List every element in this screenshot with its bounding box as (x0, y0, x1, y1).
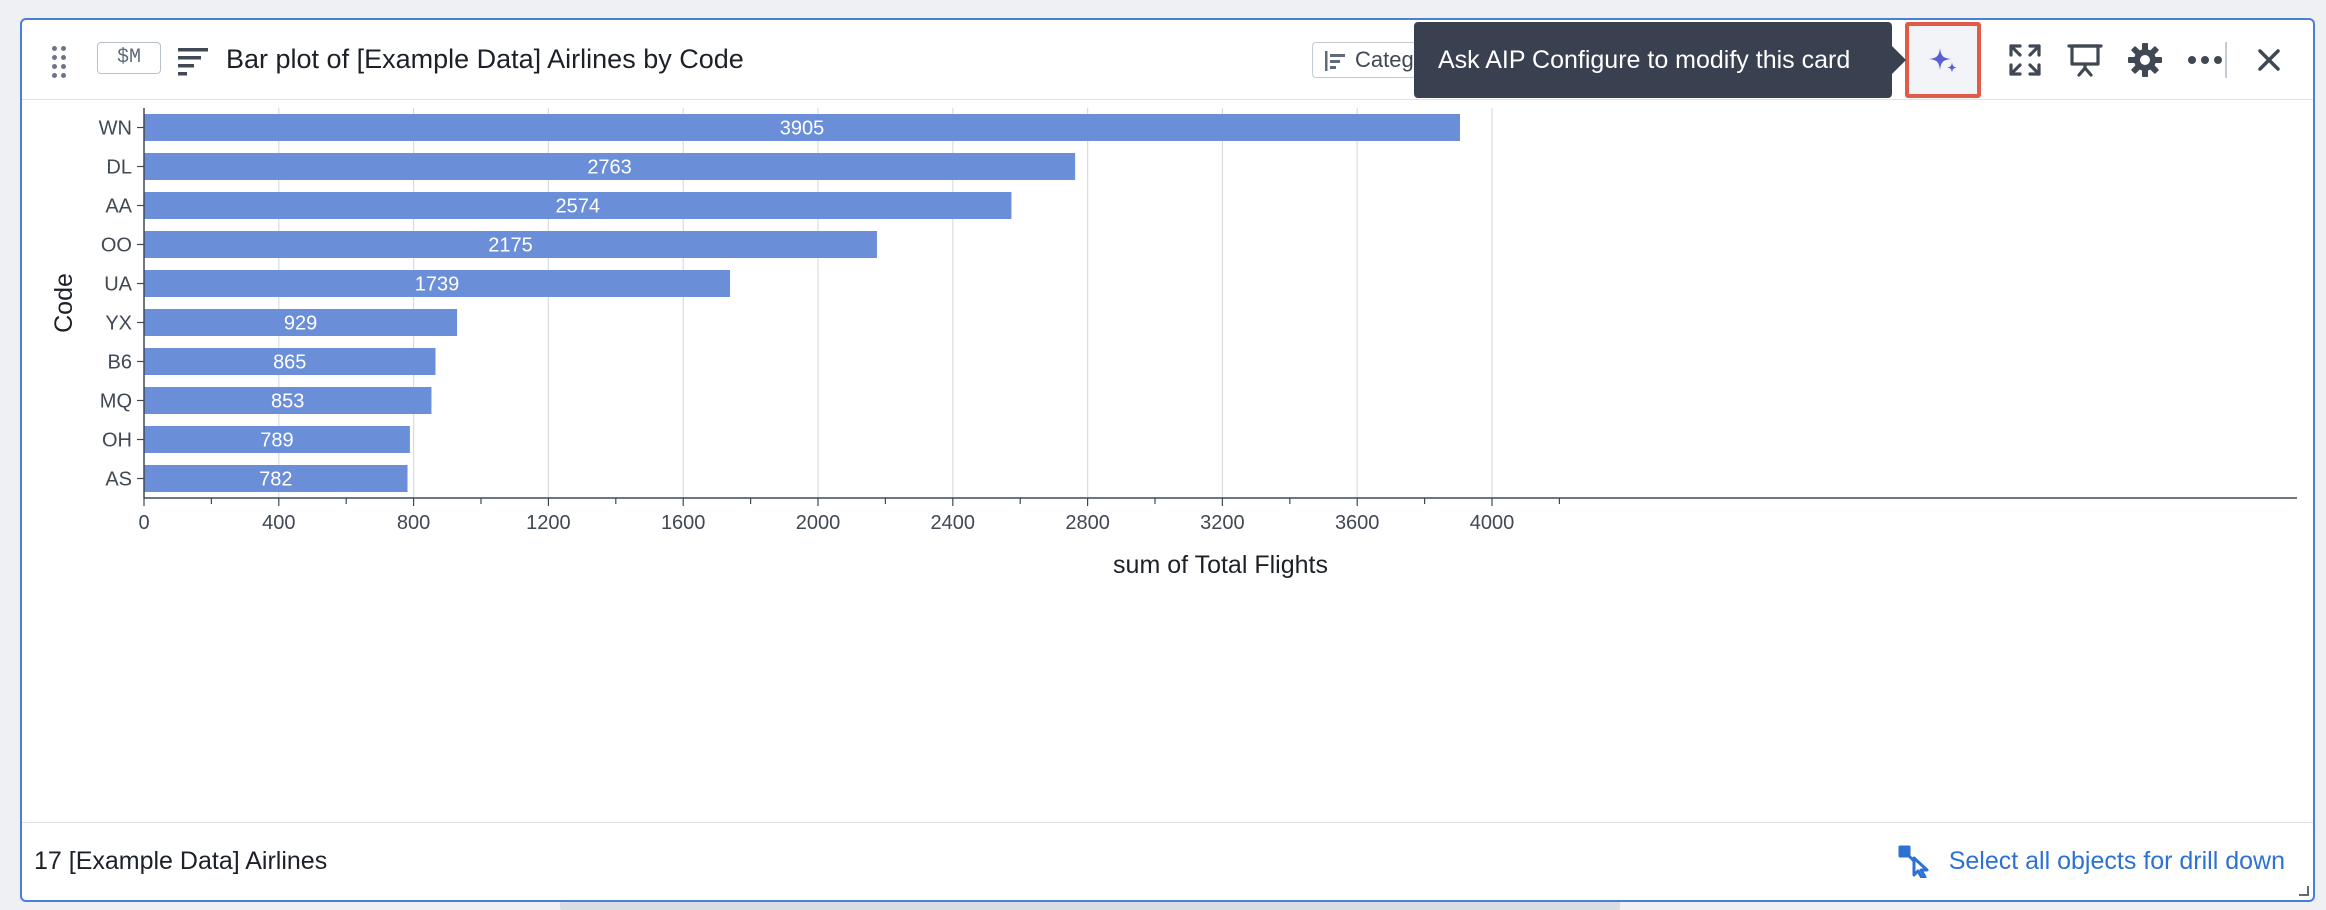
bar-chart: 3905 WN 2763 DL 2574 AA 2175 OO 1739 UA 929 YX 865 B6… (50, 108, 2297, 579)
chart-card: $M Bar plot of [Example Data] Airlines b… (20, 18, 2315, 902)
aip-tooltip: Ask AIP Configure to modify this card (1414, 22, 1906, 98)
drill-down-label: Select all objects for drill down (1948, 846, 2285, 875)
bar-value-label: 782 (259, 469, 292, 491)
sparkle-icon (1929, 48, 1957, 73)
more-button[interactable] (2180, 34, 2230, 86)
parameter-badge[interactable]: $M (97, 42, 161, 74)
bar-value-label: 1739 (415, 274, 460, 296)
scroll-strip (560, 902, 1620, 910)
x-tick-label: 2800 (1065, 512, 1110, 534)
card-title: Bar plot of [Example Data] Airlines by C… (226, 44, 744, 74)
y-axis-title: Code (50, 273, 78, 333)
bar-value-label: 789 (260, 430, 293, 452)
y-tick-label: MQ (100, 391, 132, 413)
drill-down-icon (1898, 845, 1929, 878)
fullscreen-button[interactable] (2000, 34, 2050, 86)
y-tick-label: WN (99, 118, 132, 140)
x-axis-title: sum of Total Flights (1113, 551, 1328, 579)
bar-value-label: 2574 (555, 196, 600, 218)
present-button[interactable] (2060, 34, 2110, 86)
fullscreen-icon (2009, 44, 2041, 76)
toolbar-divider (2225, 42, 2227, 78)
y-tick-label: AS (105, 469, 132, 491)
presentation-icon (2067, 44, 2103, 77)
close-button[interactable] (2244, 34, 2294, 86)
x-tick-label: 400 (262, 512, 295, 534)
x-tick-label: 0 (138, 512, 149, 534)
x-tick-label: 800 (397, 512, 430, 534)
bar-value-label: 3905 (780, 118, 825, 140)
sort-icon (178, 48, 208, 76)
close-icon (2258, 49, 2280, 71)
card-header: $M Bar plot of [Example Data] Airlines b… (22, 20, 2313, 100)
bar-value-label: 853 (271, 391, 304, 413)
x-tick-label: 2400 (931, 512, 976, 534)
x-tick-label: 3200 (1200, 512, 1245, 534)
y-tick-label: OH (102, 430, 132, 452)
gear-icon (2128, 43, 2162, 77)
y-tick-label: DL (106, 157, 132, 179)
x-tick-label: 4000 (1470, 512, 1515, 534)
y-tick-label: B6 (108, 352, 132, 374)
x-tick-label: 2000 (796, 512, 841, 534)
resize-handle[interactable] (2299, 886, 2309, 896)
x-tick-label: 1200 (526, 512, 571, 534)
y-tick-label: OO (101, 235, 132, 257)
more-icon (2188, 56, 2222, 64)
category-button-label: Categ (1355, 47, 1414, 72)
drag-handle-icon[interactable] (50, 46, 70, 78)
ask-aip-button[interactable] (1905, 22, 1981, 98)
object-count: 17 [Example Data] Airlines (34, 847, 328, 875)
y-tick-label: YX (105, 313, 132, 335)
category-icon (1325, 51, 1345, 71)
bar-value-label: 2763 (587, 157, 632, 179)
card-footer: 17 [Example Data] Airlines Select all ob… (22, 822, 2313, 900)
bar-value-label: 929 (284, 313, 317, 335)
x-tick-label: 3600 (1335, 512, 1380, 534)
y-tick-label: UA (104, 274, 132, 296)
x-tick-label: 1600 (661, 512, 706, 534)
bar-value-label: 865 (273, 352, 306, 374)
settings-button[interactable] (2120, 34, 2170, 86)
drill-down-button[interactable]: Select all objects for drill down (1897, 843, 2285, 879)
bar-value-label: 2175 (488, 235, 533, 257)
y-tick-label: AA (105, 196, 132, 218)
